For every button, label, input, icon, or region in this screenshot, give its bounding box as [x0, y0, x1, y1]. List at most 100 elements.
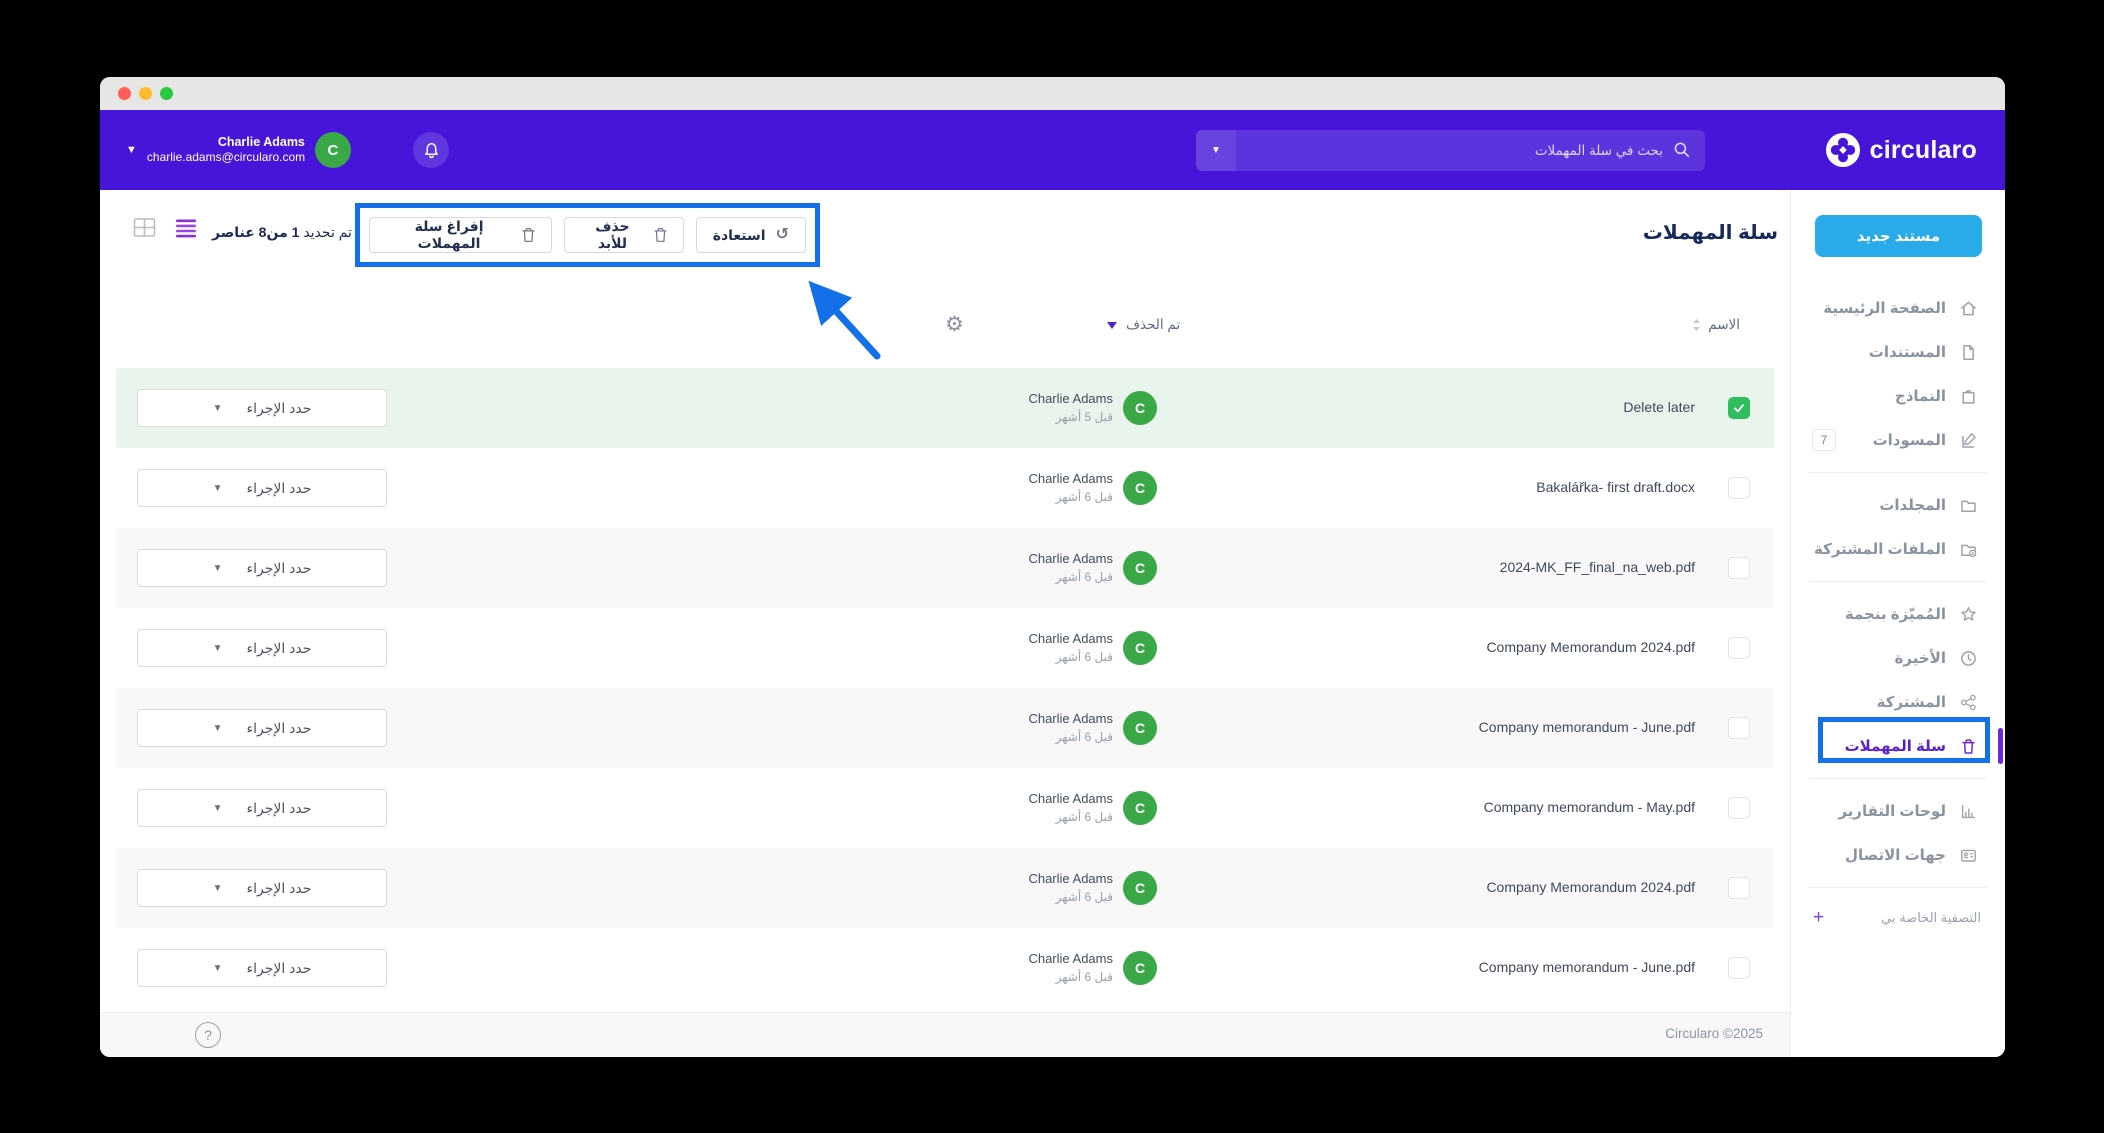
sidebar-item-home[interactable]: الصفحة الرئيسية [1791, 286, 2005, 330]
deleted-date: قبل 6 أشهر [913, 888, 1113, 906]
row-action-dropdown[interactable]: حدد الإجراء ▼ [137, 709, 387, 747]
window-titlebar [100, 77, 2005, 110]
owner-avatar: C [1123, 711, 1157, 745]
row-checkbox[interactable] [1728, 637, 1750, 659]
list-view-icon[interactable] [175, 218, 197, 238]
bell-icon [422, 141, 441, 160]
close-window-button[interactable] [118, 87, 131, 100]
app-logo: circularo [1825, 110, 1977, 190]
sidebar-item-label: لوحات التقارير [1838, 802, 1946, 820]
owner-name: Charlie Adams [913, 550, 1113, 568]
new-document-button[interactable]: مستند جديد [1815, 215, 1982, 257]
row-checkbox[interactable] [1728, 397, 1750, 419]
table-row[interactable]: Delete later C Charlie Adams قبل 5 أشهر … [116, 368, 1774, 448]
table-row[interactable]: Company memorandum - June.pdf C Charlie … [116, 928, 1774, 1008]
trash-table: Delete later C Charlie Adams قبل 5 أشهر … [116, 368, 1774, 1008]
grid-view-icon[interactable] [133, 217, 156, 238]
deleted-date: قبل 6 أشهر [913, 808, 1113, 826]
file-name[interactable]: Company Memorandum 2024.pdf [1486, 879, 1695, 895]
folder-icon [1959, 496, 1978, 515]
file-name[interactable]: Company memorandum - June.pdf [1479, 959, 1695, 975]
user-menu[interactable]: ▼ Charlie Adams charlie.adams@circularo.… [126, 130, 351, 170]
selection-prefix: تم تحديد [303, 224, 352, 240]
chevron-down-icon: ▼ [213, 403, 223, 414]
row-action-label: حدد الإجراء [247, 560, 312, 577]
user-name: Charlie Adams [147, 135, 305, 150]
delete-forever-label: حذف للأبد [581, 218, 644, 252]
notifications-button[interactable] [413, 132, 449, 168]
table-header: الاسم تم الحذف ⚙ [100, 310, 1790, 346]
owner-info: Charlie Adams قبل 6 أشهر [913, 870, 1113, 906]
table-row[interactable]: Company Memorandum 2024.pdf C Charlie Ad… [116, 848, 1774, 928]
owner-avatar: C [1123, 791, 1157, 825]
sidebar-item-recent[interactable]: الأخيرة [1791, 636, 2005, 680]
name-column-label: الاسم [1708, 317, 1740, 333]
sidebar-item-trash[interactable]: سلة المهملات [1791, 724, 2005, 768]
row-action-dropdown[interactable]: حدد الإجراء ▼ [137, 789, 387, 827]
deleted-column-label: تم الحذف [1126, 317, 1180, 333]
filter-caret-icon [1107, 322, 1117, 329]
table-row[interactable]: Bakalářka- first draft.docx C Charlie Ad… [116, 448, 1774, 528]
row-action-dropdown[interactable]: حدد الإجراء ▼ [137, 949, 387, 987]
maximize-window-button[interactable] [160, 87, 173, 100]
my-filter-label: التصفية الخاصة بي [1881, 910, 1981, 926]
logo-text: circularo [1870, 136, 1977, 165]
screenshot-stage: ▼ Charlie Adams charlie.adams@circularo.… [0, 0, 2104, 1133]
table-settings-gear-icon[interactable]: ⚙ [945, 312, 964, 337]
sidebar-item-shared-files[interactable]: الملفات المشتركة [1791, 527, 2005, 571]
owner-avatar: C [1123, 631, 1157, 665]
chevron-down-icon: ▼ [213, 883, 223, 894]
empty-trash-button[interactable]: إفراغ سلة المهملات [369, 217, 552, 253]
file-name[interactable]: Company memorandum - May.pdf [1484, 799, 1695, 815]
table-row[interactable]: Company memorandum - June.pdf C Charlie … [116, 688, 1774, 768]
row-action-dropdown[interactable]: حدد الإجراء ▼ [137, 869, 387, 907]
table-row[interactable]: Company memorandum - May.pdf C Charlie A… [116, 768, 1774, 848]
sidebar-item-folders[interactable]: المجلدات [1791, 483, 2005, 527]
file-name[interactable]: Company memorandum - June.pdf [1479, 719, 1695, 735]
drafts-icon [1959, 431, 1978, 450]
delete-forever-button[interactable]: حذف للأبد [564, 217, 684, 253]
table-row[interactable]: 2024-MK_FF_final_na_web.pdf C Charlie Ad… [116, 528, 1774, 608]
owner-name: Charlie Adams [913, 790, 1113, 808]
restore-button[interactable]: ↺ استعادة [696, 217, 806, 253]
row-action-dropdown[interactable]: حدد الإجراء ▼ [137, 389, 387, 427]
owner-name: Charlie Adams [913, 390, 1113, 408]
minimize-window-button[interactable] [139, 87, 152, 100]
help-button[interactable]: ? [195, 1022, 221, 1048]
add-filter-icon[interactable]: + [1813, 907, 1824, 929]
sidebar-item-documents[interactable]: المستندات [1791, 330, 2005, 374]
search-scope-dropdown[interactable]: ▼ [1196, 130, 1236, 171]
file-name[interactable]: Company Memorandum 2024.pdf [1486, 639, 1695, 655]
deleted-date: قبل 5 أشهر [913, 408, 1113, 426]
file-name[interactable]: Delete later [1623, 399, 1695, 415]
owner-avatar: C [1123, 551, 1157, 585]
user-avatar[interactable]: C [315, 132, 351, 168]
sidebar-item-shared[interactable]: المشتركة [1791, 680, 2005, 724]
row-checkbox[interactable] [1728, 877, 1750, 899]
search-input[interactable] [1236, 130, 1705, 171]
row-action-dropdown[interactable]: حدد الإجراء ▼ [137, 469, 387, 507]
column-header-name[interactable]: الاسم [1692, 317, 1740, 333]
row-action-dropdown[interactable]: حدد الإجراء ▼ [137, 629, 387, 667]
my-filter-item[interactable]: + التصفية الخاصة بي [1791, 898, 2005, 938]
row-checkbox[interactable] [1728, 957, 1750, 979]
row-checkbox[interactable] [1728, 717, 1750, 739]
row-checkbox[interactable] [1728, 557, 1750, 579]
sidebar-item-contacts[interactable]: جهات الاتصال [1791, 833, 2005, 877]
row-checkbox[interactable] [1728, 477, 1750, 499]
sidebar-divider [1809, 472, 1987, 473]
owner-avatar: C [1123, 871, 1157, 905]
sidebar-item-starred[interactable]: المُميّزة بنجمة [1791, 592, 2005, 636]
file-name[interactable]: 2024-MK_FF_final_na_web.pdf [1500, 559, 1695, 575]
sidebar-item-label: الصفحة الرئيسية [1823, 299, 1946, 317]
sidebar-item-drafts[interactable]: 7 المسودات [1791, 418, 2005, 462]
owner-name: Charlie Adams [913, 870, 1113, 888]
file-name[interactable]: Bakalářka- first draft.docx [1536, 479, 1695, 495]
column-header-deleted[interactable]: تم الحذف [1107, 317, 1180, 333]
table-row[interactable]: Company Memorandum 2024.pdf C Charlie Ad… [116, 608, 1774, 688]
view-toggle [133, 217, 197, 238]
row-action-dropdown[interactable]: حدد الإجراء ▼ [137, 549, 387, 587]
row-checkbox[interactable] [1728, 797, 1750, 819]
sidebar-item-templates[interactable]: النماذج [1791, 374, 2005, 418]
sidebar-item-report-dashboards[interactable]: لوحات التقارير [1791, 789, 2005, 833]
